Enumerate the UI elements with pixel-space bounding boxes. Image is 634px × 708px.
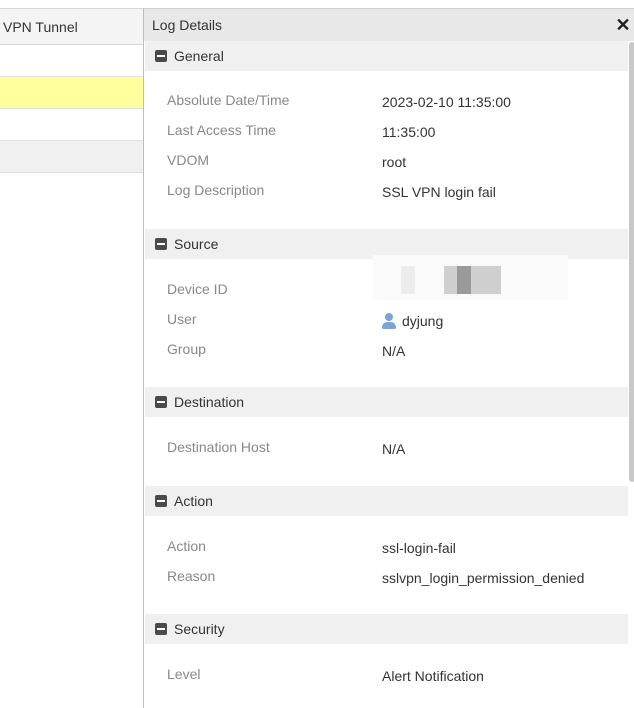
table-row-selected[interactable] (0, 77, 144, 109)
section-action-header[interactable]: Action (145, 486, 628, 516)
collapse-icon[interactable] (155, 238, 167, 250)
table-row[interactable] (0, 141, 144, 173)
section-title: Security (174, 621, 225, 637)
field-value: SSL VPN login fail (382, 184, 496, 200)
panel-titlebar: Log Details ✕ (144, 8, 634, 41)
field-label: Log Description (167, 182, 265, 198)
section-title: General (174, 48, 224, 64)
collapse-icon[interactable] (155, 396, 167, 408)
vpn-table: VPN Tunnel (0, 8, 144, 708)
field-device-id: Device ID (167, 281, 627, 301)
field-group: Group N/A (167, 341, 627, 361)
field-label: Group (167, 341, 206, 357)
field-label: Device ID (167, 281, 228, 297)
field-label: VDOM (167, 152, 209, 168)
log-details-panel: Log Details ✕ General Absolute Date/Time… (143, 8, 634, 708)
field-label: Destination Host (167, 439, 270, 455)
collapse-icon[interactable] (155, 623, 167, 635)
field-action: Action ssl-login-fail (167, 538, 627, 558)
field-value-user: dyjung (382, 311, 443, 331)
field-label: Absolute Date/Time (167, 92, 290, 108)
section-title: Action (174, 493, 213, 509)
field-label: Action (167, 538, 206, 554)
field-value: ssl-login-fail (382, 540, 456, 556)
section-title: Destination (174, 394, 245, 410)
field-value: Alert Notification (382, 668, 484, 684)
user-name[interactable]: dyjung (402, 313, 443, 329)
field-value: 2023-02-10 11:35:00 (382, 94, 511, 110)
field-user: User dyjung (167, 311, 627, 331)
section-title: Source (174, 236, 219, 252)
field-value: N/A (382, 441, 406, 457)
field-level: Level Alert Notification (167, 666, 627, 686)
field-log-description: Log Description SSL VPN login fail (167, 182, 627, 202)
section-security-header[interactable]: Security (145, 614, 628, 644)
field-value: 11:35:00 (382, 124, 436, 140)
field-value: root (382, 154, 407, 170)
close-icon[interactable]: ✕ (613, 15, 633, 35)
column-header-vpn-tunnel[interactable]: VPN Tunnel (0, 8, 144, 45)
panel-title: Log Details (152, 17, 223, 33)
field-reason: Reason sslvpn_login_permission_denied (167, 568, 627, 588)
field-destination-host: Destination Host N/A (167, 439, 627, 459)
table-row[interactable] (0, 109, 144, 141)
field-value: N/A (382, 343, 406, 359)
field-label: Level (167, 666, 201, 682)
section-destination-header[interactable]: Destination (145, 387, 628, 417)
user-icon (382, 313, 396, 329)
field-absolute-date-time: Absolute Date/Time 2023-02-10 11:35:00 (167, 92, 627, 112)
field-label: User (167, 311, 197, 327)
field-vdom: VDOM root (167, 152, 627, 172)
field-value: sslvpn_login_permission_denied (382, 570, 585, 586)
scrollbar[interactable] (629, 42, 634, 482)
field-label: Last Access Time (167, 122, 276, 138)
field-last-access-time: Last Access Time 11:35:00 (167, 122, 627, 142)
collapse-icon[interactable] (155, 50, 167, 62)
collapse-icon[interactable] (155, 495, 167, 507)
field-label: Reason (167, 568, 216, 584)
table-row[interactable] (0, 45, 144, 77)
section-general-header[interactable]: General (145, 41, 628, 71)
